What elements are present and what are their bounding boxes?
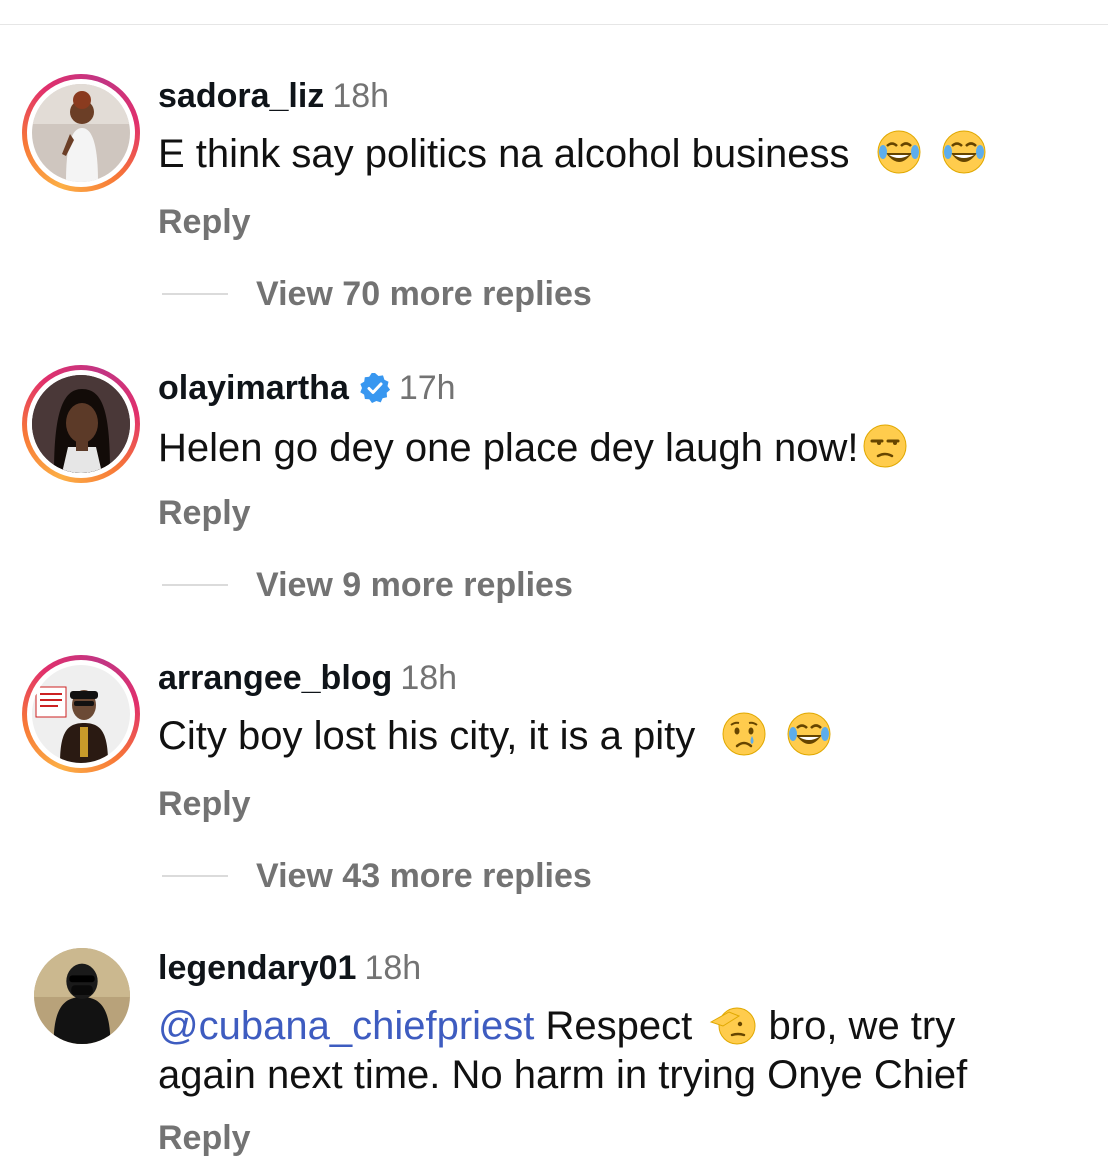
comment-text-content: Respect — [545, 1004, 693, 1048]
top-divider — [0, 24, 1108, 25]
timestamp: 18h — [400, 659, 458, 697]
view-more-replies[interactable]: View 9 more replies — [162, 565, 573, 605]
avatar-container[interactable] — [30, 944, 134, 1048]
reply-thread-line — [162, 293, 228, 295]
reply-button[interactable]: Reply — [158, 1118, 251, 1158]
avatar — [34, 948, 130, 1044]
joy-emoji-icon — [787, 712, 831, 756]
comment-text-content: Helen go dey one place dey laugh now! — [158, 426, 859, 470]
username[interactable]: legendary01 — [158, 949, 356, 987]
comment-text-content: City boy lost his city, it is a pity — [158, 714, 696, 758]
saluting-emoji-icon — [710, 1007, 756, 1045]
joy-emoji-icon — [942, 130, 986, 174]
story-ring-avatar[interactable] — [22, 365, 140, 483]
story-ring-avatar[interactable] — [22, 74, 140, 192]
reply-button[interactable]: Reply — [158, 784, 251, 824]
reply-button[interactable]: Reply — [158, 493, 251, 533]
view-more-replies[interactable]: View 43 more replies — [162, 856, 592, 896]
mention-link[interactable]: @cubana_chiefpriest — [158, 1004, 534, 1048]
comment-text-content: E think say politics na alcohol business — [158, 132, 850, 176]
joy-emoji-icon — [877, 130, 921, 174]
comment-text: E think say politics na alcohol business — [158, 128, 988, 179]
view-more-replies-label[interactable]: View 43 more replies — [256, 857, 592, 896]
comment-text: @cubana_chiefpriest Respect bro, we try — [158, 1000, 955, 1051]
username[interactable]: arrangee_blog — [158, 659, 392, 697]
reply-thread-line — [162, 875, 228, 877]
timestamp: 17h — [398, 369, 456, 407]
comment-text-content: bro, we try — [768, 1004, 956, 1048]
comment-text: City boy lost his city, it is a pity — [158, 710, 833, 761]
view-more-replies[interactable]: View 70 more replies — [162, 274, 592, 314]
comment-text-line2: again next time. No harm in trying Onye … — [158, 1053, 968, 1097]
timestamp: 18h — [332, 77, 390, 115]
reply-thread-line — [162, 584, 228, 586]
username[interactable]: sadora_liz — [158, 77, 324, 115]
view-more-replies-label[interactable]: View 9 more replies — [256, 566, 573, 605]
unamused-emoji-icon — [863, 424, 907, 468]
avatar — [32, 84, 130, 182]
timestamp: 18h — [364, 949, 422, 987]
story-ring-avatar[interactable] — [22, 655, 140, 773]
crying-emoji-icon — [722, 712, 766, 756]
comment-text: Helen go dey one place dey laugh now! — [158, 422, 909, 473]
reply-button[interactable]: Reply — [158, 202, 251, 242]
avatar — [32, 665, 130, 763]
view-more-replies-label[interactable]: View 70 more replies — [256, 275, 592, 314]
username[interactable]: olayimartha — [158, 369, 349, 407]
avatar — [32, 375, 130, 473]
verified-badge-icon — [360, 373, 390, 403]
